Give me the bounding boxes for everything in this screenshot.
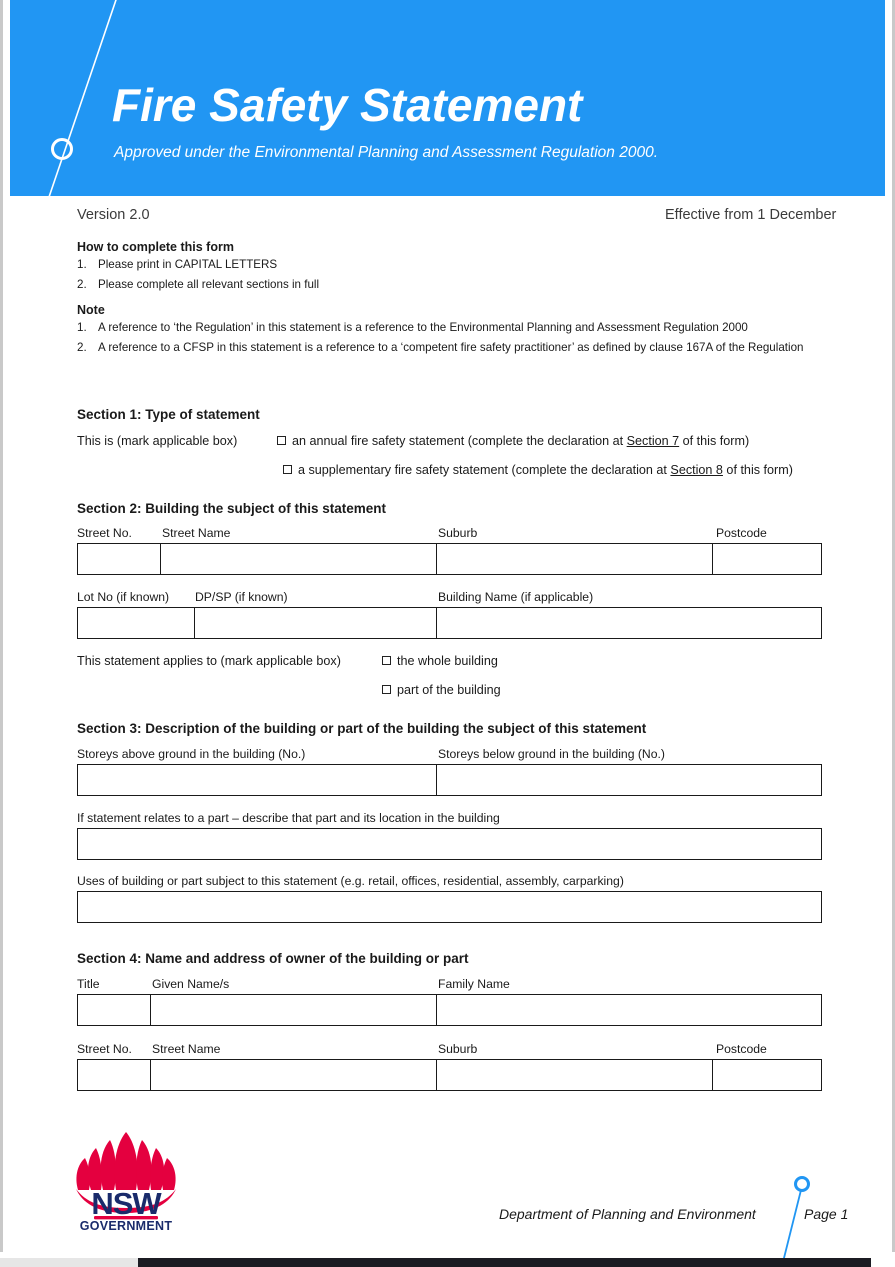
nsw-logo-wordmark: NSW bbox=[91, 1186, 161, 1221]
instructions-block: How to complete this form 1. Please prin… bbox=[77, 240, 877, 361]
section-4-name-row bbox=[77, 994, 822, 1026]
input-postcode[interactable] bbox=[713, 544, 821, 574]
option-text-pre: a supplementary fire safety statement (c… bbox=[298, 463, 671, 477]
input-dp-sp[interactable] bbox=[195, 608, 438, 638]
option-text-post: of this form) bbox=[679, 434, 750, 448]
checkbox-part-building[interactable] bbox=[382, 685, 391, 694]
input-lot-no[interactable] bbox=[78, 608, 195, 638]
version-label: Version 2.0 bbox=[77, 207, 150, 223]
option-text: part of the building bbox=[397, 683, 501, 697]
input-owner-street-name[interactable] bbox=[151, 1060, 438, 1090]
input-street-name[interactable] bbox=[161, 544, 438, 574]
option-text-post: of this form) bbox=[722, 463, 793, 477]
footer-page-number: Page 1 bbox=[804, 1206, 849, 1222]
label-storeys-above: Storeys above ground in the building (No… bbox=[77, 747, 306, 761]
label-dp-sp: DP/SP (if known) bbox=[195, 590, 288, 604]
section-4-address-row bbox=[77, 1059, 822, 1091]
section-3-title: Section 3: Description of the building o… bbox=[77, 721, 647, 736]
how-to-heading: How to complete this form bbox=[77, 240, 234, 254]
checkbox-whole-building[interactable] bbox=[382, 656, 391, 665]
section-2-lot-row bbox=[77, 607, 822, 639]
list-number: 2. bbox=[77, 277, 87, 291]
document-page: Fire Safety Statement Approved under the… bbox=[0, 0, 895, 1267]
note-item: 2. A reference to a CFSP in this stateme… bbox=[77, 342, 877, 354]
link-section-7[interactable]: Section 7 bbox=[627, 434, 680, 448]
section-1-title: Section 1: Type of statement bbox=[77, 407, 260, 422]
section-3-storeys-row bbox=[77, 764, 822, 796]
input-owner-suburb[interactable] bbox=[437, 1060, 714, 1090]
label-owner-postcode: Postcode bbox=[716, 1042, 767, 1056]
input-part-description[interactable] bbox=[78, 829, 821, 859]
label-owner-street-name: Street Name bbox=[152, 1042, 221, 1056]
note-heading: Note bbox=[77, 303, 105, 318]
list-number: 1. bbox=[77, 321, 87, 335]
label-owner-street-no: Street No. bbox=[77, 1042, 132, 1056]
option-text: the whole building bbox=[397, 654, 498, 668]
page-title: Fire Safety Statement bbox=[112, 79, 583, 131]
section-2-applies-prompt: This statement applies to (mark applicab… bbox=[77, 654, 341, 668]
effective-date-label: Effective from 1 December bbox=[665, 207, 837, 223]
label-family-name: Family Name bbox=[438, 977, 510, 991]
label-given-names: Given Name/s bbox=[152, 977, 230, 991]
how-to-item: 2. Please complete all relevant sections… bbox=[77, 277, 877, 291]
label-lot-no: Lot No (if known) bbox=[77, 590, 170, 604]
label-uses: Uses of building or part subject to this… bbox=[77, 874, 624, 888]
label-street-name: Street Name bbox=[162, 526, 231, 540]
input-owner-street-no[interactable] bbox=[78, 1060, 151, 1090]
page-subtitle: Approved under the Environmental Plannin… bbox=[114, 144, 658, 161]
label-part-description: If statement relates to a part – describ… bbox=[77, 811, 500, 825]
list-text: Please complete all relevant sections in… bbox=[98, 277, 320, 291]
label-building-name: Building Name (if applicable) bbox=[438, 590, 594, 604]
list-text: A reference to a CFSP in this statement … bbox=[98, 340, 804, 354]
input-storeys-above[interactable] bbox=[78, 765, 438, 795]
page-edge-left-inner bbox=[3, 0, 10, 1252]
label-storeys-below: Storeys below ground in the building (No… bbox=[438, 747, 665, 761]
window-bottom-bar-left bbox=[0, 1258, 138, 1267]
nsw-logo-subtext: GOVERNMENT bbox=[79, 1219, 173, 1233]
window-bottom-bar-right bbox=[871, 1258, 895, 1267]
section-4-title: Section 4: Name and address of owner of … bbox=[77, 951, 469, 966]
link-section-8[interactable]: Section 8 bbox=[670, 463, 723, 477]
section-2-option-whole-building[interactable]: the whole building bbox=[382, 654, 498, 668]
input-family-name[interactable] bbox=[437, 995, 821, 1025]
note-item: 1. A reference to ‘the Regulation’ in th… bbox=[77, 322, 877, 334]
section-3-uses-row bbox=[77, 891, 822, 923]
section-1-option-supplementary[interactable]: a supplementary fire safety statement (c… bbox=[283, 463, 793, 477]
section-2-title: Section 2: Building the subject of this … bbox=[77, 501, 387, 516]
label-suburb: Suburb bbox=[438, 526, 478, 540]
section-1-option-annual[interactable]: an annual fire safety statement (complet… bbox=[277, 434, 749, 448]
input-building-name[interactable] bbox=[437, 608, 821, 638]
list-number: 1. bbox=[77, 258, 87, 271]
input-suburb[interactable] bbox=[437, 544, 714, 574]
label-title: Title bbox=[77, 977, 100, 991]
section-2-option-part-building[interactable]: part of the building bbox=[382, 683, 501, 697]
header-banner: Fire Safety Statement Approved under the… bbox=[10, 0, 885, 196]
list-number: 2. bbox=[77, 340, 87, 354]
label-postcode: Postcode bbox=[716, 526, 767, 540]
section-2-address-row bbox=[77, 543, 822, 575]
checkbox-supplementary-statement[interactable] bbox=[283, 465, 292, 474]
list-text: Please print in CAPITAL LETTERS bbox=[98, 258, 278, 271]
how-to-item: 1. Please print in CAPITAL LETTERS bbox=[77, 259, 877, 271]
checkbox-annual-statement[interactable] bbox=[277, 436, 286, 445]
label-street-no: Street No. bbox=[77, 526, 132, 540]
footer-department: Department of Planning and Environment bbox=[499, 1206, 756, 1222]
input-street-no[interactable] bbox=[78, 544, 161, 574]
section-1-prompt: This is (mark applicable box) bbox=[77, 434, 238, 448]
input-uses[interactable] bbox=[78, 892, 821, 922]
input-owner-postcode[interactable] bbox=[713, 1060, 821, 1090]
label-owner-suburb: Suburb bbox=[438, 1042, 478, 1056]
meta-row: Version 2.0 Effective from 1 December bbox=[10, 207, 885, 227]
list-text: A reference to ‘the Regulation’ in this … bbox=[98, 321, 748, 335]
option-text-pre: an annual fire safety statement (complet… bbox=[292, 434, 627, 448]
input-storeys-below[interactable] bbox=[437, 765, 821, 795]
input-title[interactable] bbox=[78, 995, 151, 1025]
input-given-names[interactable] bbox=[151, 995, 438, 1025]
section-3-part-row bbox=[77, 828, 822, 860]
